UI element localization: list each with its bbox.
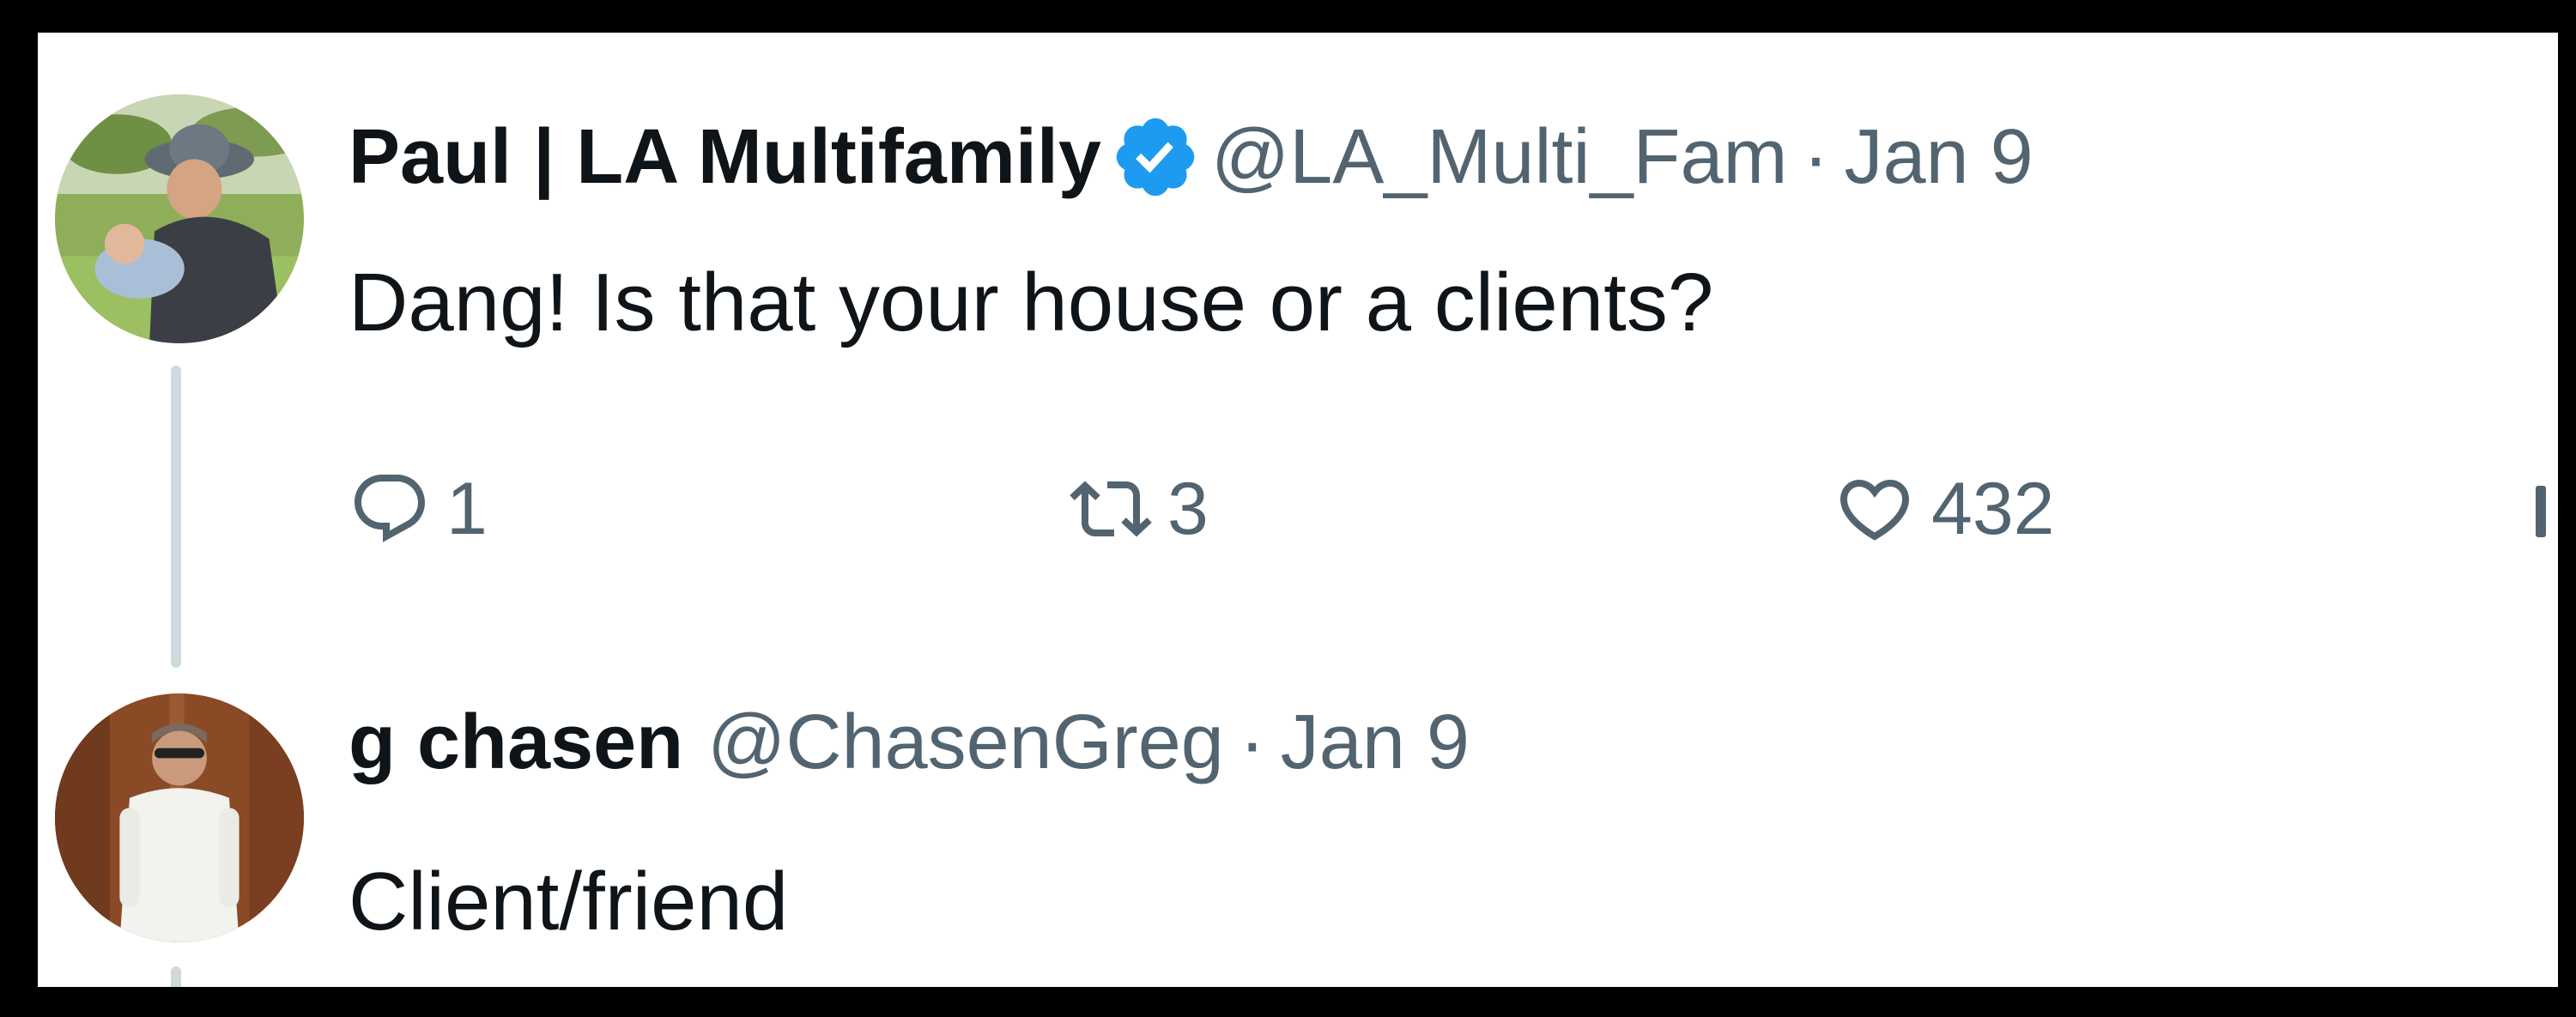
tweet-text: Dang! Is that your house or a clients? bbox=[349, 257, 1714, 348]
display-name[interactable]: Paul | LA Multifamily bbox=[349, 118, 1101, 196]
retweet-count: 3 bbox=[1167, 467, 1209, 550]
heart-icon bbox=[1834, 468, 1916, 550]
display-name[interactable]: g chasen bbox=[349, 704, 683, 781]
like-button[interactable]: 432 bbox=[1834, 462, 2055, 556]
user-handle[interactable]: @LA_Multi_Fam bbox=[1211, 118, 1788, 196]
tweet-date[interactable]: Jan 9 bbox=[1281, 704, 1470, 781]
avatar-photo-paul bbox=[55, 94, 304, 343]
reply-count: 1 bbox=[446, 467, 488, 550]
tweet-header: g chasen @ChasenGreg · Jan 9 bbox=[349, 695, 1470, 790]
tweet-thread: Paul | LA Multifamily @LA_Multi_Fam · Ja… bbox=[38, 33, 2558, 987]
verified-badge-icon bbox=[1110, 112, 1201, 203]
user-handle[interactable]: @ChasenGreg bbox=[707, 704, 1224, 781]
views-icon bbox=[2536, 486, 2546, 537]
retweet-icon bbox=[1070, 468, 1152, 550]
reply-button[interactable]: 1 bbox=[349, 462, 488, 556]
separator-dot: · bbox=[1239, 699, 1265, 785]
like-count: 432 bbox=[1931, 467, 2055, 550]
avatar[interactable] bbox=[55, 94, 304, 343]
thread-line bbox=[171, 366, 181, 668]
thread-line bbox=[171, 966, 181, 987]
retweet-button[interactable]: 3 bbox=[1070, 462, 1209, 556]
tweet-header: Paul | LA Multifamily @LA_Multi_Fam · Ja… bbox=[349, 110, 2034, 204]
avatar-photo-g-chasen bbox=[55, 693, 304, 942]
tweet-actions: 1 3 432 bbox=[349, 462, 2546, 556]
tweet-date[interactable]: Jan 9 bbox=[1845, 118, 2034, 196]
reply-icon bbox=[349, 468, 431, 550]
tweet-text: Client/friend bbox=[349, 856, 789, 947]
separator-dot: · bbox=[1803, 114, 1829, 200]
avatar[interactable] bbox=[55, 693, 304, 942]
views-button[interactable] bbox=[2536, 477, 2546, 546]
